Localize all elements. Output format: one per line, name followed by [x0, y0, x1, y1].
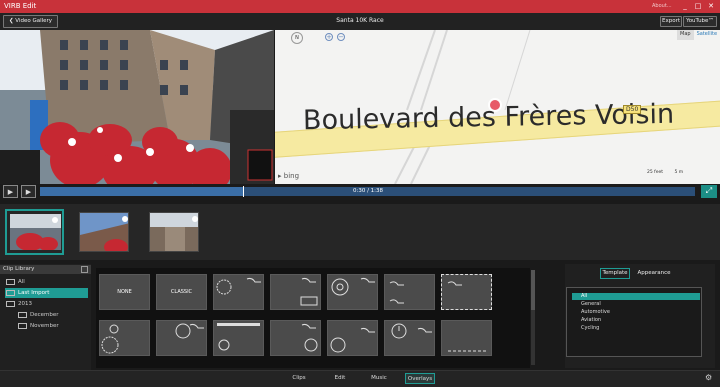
category-all[interactable]: All [572, 293, 700, 300]
maximize-icon[interactable]: □ [693, 1, 703, 11]
gauge-icon [216, 277, 261, 295]
category-automotive[interactable]: Automotive [572, 309, 700, 316]
folder-icon [6, 300, 15, 307]
video-preview[interactable] [0, 30, 274, 184]
clip-image [80, 213, 128, 251]
overlay-tile-none[interactable]: NONE [99, 274, 150, 310]
overlay-tile-classic[interactable]: CLASSIC [156, 274, 207, 310]
overlay-tile[interactable] [270, 320, 321, 356]
overlay-tile[interactable] [327, 320, 378, 356]
dial-icon [331, 277, 375, 296]
folder-icon [18, 322, 27, 329]
step-forward-button[interactable]: ▶ [21, 185, 36, 198]
export-button[interactable]: Export [660, 16, 682, 27]
overlay-tile[interactable] [384, 320, 435, 356]
route-icon [301, 323, 318, 352]
library-item-2013[interactable]: 2013 [6, 299, 32, 309]
strip-icon [448, 350, 486, 352]
clip-thumbnail[interactable] [149, 212, 199, 252]
speed-icon [300, 277, 318, 306]
library-menu-icon[interactable] [81, 266, 88, 273]
location-marker-icon [488, 98, 502, 112]
overlay-tile[interactable] [99, 320, 150, 356]
time-readout: 0:30 / 1:38 [352, 188, 384, 194]
minimize-icon[interactable]: _ [680, 1, 690, 11]
about-link[interactable]: About... [652, 3, 672, 9]
category-aviation[interactable]: Aviation [572, 317, 700, 324]
bing-logo: ▸ bing [278, 172, 300, 180]
fullscreen-button[interactable]: ⤢ [701, 185, 717, 198]
overlay-tile[interactable] [327, 274, 378, 310]
speed-icon [175, 323, 204, 339]
folder-icon [6, 278, 15, 285]
folder-icon [18, 311, 27, 318]
gear-icon[interactable]: ⚙ [705, 373, 712, 382]
overlay-tile[interactable] [213, 320, 264, 356]
tab-overlays[interactable]: Overlays [405, 373, 435, 384]
meter-icon [389, 281, 404, 304]
library-item-all[interactable]: All [6, 277, 25, 287]
zoom-out-icon[interactable]: − [337, 33, 345, 41]
compass-icon[interactable]: N [291, 32, 303, 44]
map-view[interactable]: Boulevard des Frères Voisin D50 N + − Ma… [275, 30, 720, 184]
overlay-tile[interactable] [441, 320, 492, 356]
tab-music[interactable]: Music [367, 373, 391, 384]
clip-thumbnail[interactable] [79, 212, 129, 252]
tab-map[interactable]: Map [677, 30, 694, 40]
youtube-button[interactable]: YouTube™ [683, 16, 717, 27]
clip-thumbnail[interactable] [5, 209, 64, 255]
timeline-progress [40, 187, 243, 196]
dial-icon [330, 327, 375, 353]
gauge-icon [101, 324, 119, 354]
clip-image [10, 214, 61, 251]
map-scale: 25 feet 5 m [647, 170, 684, 175]
expand-icon: ⤢ [705, 186, 713, 195]
overlay-tile[interactable] [384, 274, 435, 310]
category-general[interactable]: General [572, 301, 700, 308]
clip-image [150, 213, 198, 251]
tab-appearance[interactable]: Appearance [634, 268, 674, 279]
bottom-nav [0, 370, 720, 387]
library-item-november[interactable]: November [18, 321, 59, 331]
route-badge: D50 [623, 105, 642, 114]
close-icon[interactable]: ✕ [706, 1, 716, 11]
play-button[interactable]: ▶ [3, 185, 18, 198]
video-frame [0, 30, 274, 184]
tab-edit[interactable]: Edit [330, 373, 350, 384]
overlay-tile[interactable] [156, 320, 207, 356]
overlay-scrollbar-thumb[interactable] [531, 270, 535, 310]
folder-icon [6, 289, 15, 296]
project-title: Santa 10K Race [336, 17, 384, 24]
frame-icon [447, 281, 462, 286]
map-type-toggle: Map Satellite [677, 30, 717, 40]
tab-template[interactable]: Template [600, 268, 630, 279]
stopwatch-icon [391, 323, 432, 339]
tab-clips[interactable]: Clips [288, 373, 310, 384]
zoom-in-icon[interactable]: + [325, 33, 333, 41]
virb-edit-window: VIRB Edit About... _ □ ✕ ❮ Video Gallery… [0, 0, 720, 387]
video-gallery-button[interactable]: ❮ Video Gallery [3, 15, 58, 28]
library-item-last-import[interactable]: Last Import [6, 288, 49, 298]
title-bar: VIRB Edit About... _ □ ✕ [0, 0, 720, 13]
tab-satellite[interactable]: Satellite [694, 30, 720, 40]
overlay-tile[interactable] [270, 274, 321, 310]
category-cycling[interactable]: Cycling [572, 325, 700, 332]
library-item-december[interactable]: December [18, 310, 59, 320]
app-title: VIRB Edit [4, 2, 37, 10]
clip-library-header: Clip Library [0, 265, 91, 274]
overlay-tile[interactable] [213, 274, 264, 310]
overlay-tile[interactable] [441, 274, 492, 310]
bar-icon [217, 323, 260, 351]
playhead[interactable] [243, 186, 244, 197]
